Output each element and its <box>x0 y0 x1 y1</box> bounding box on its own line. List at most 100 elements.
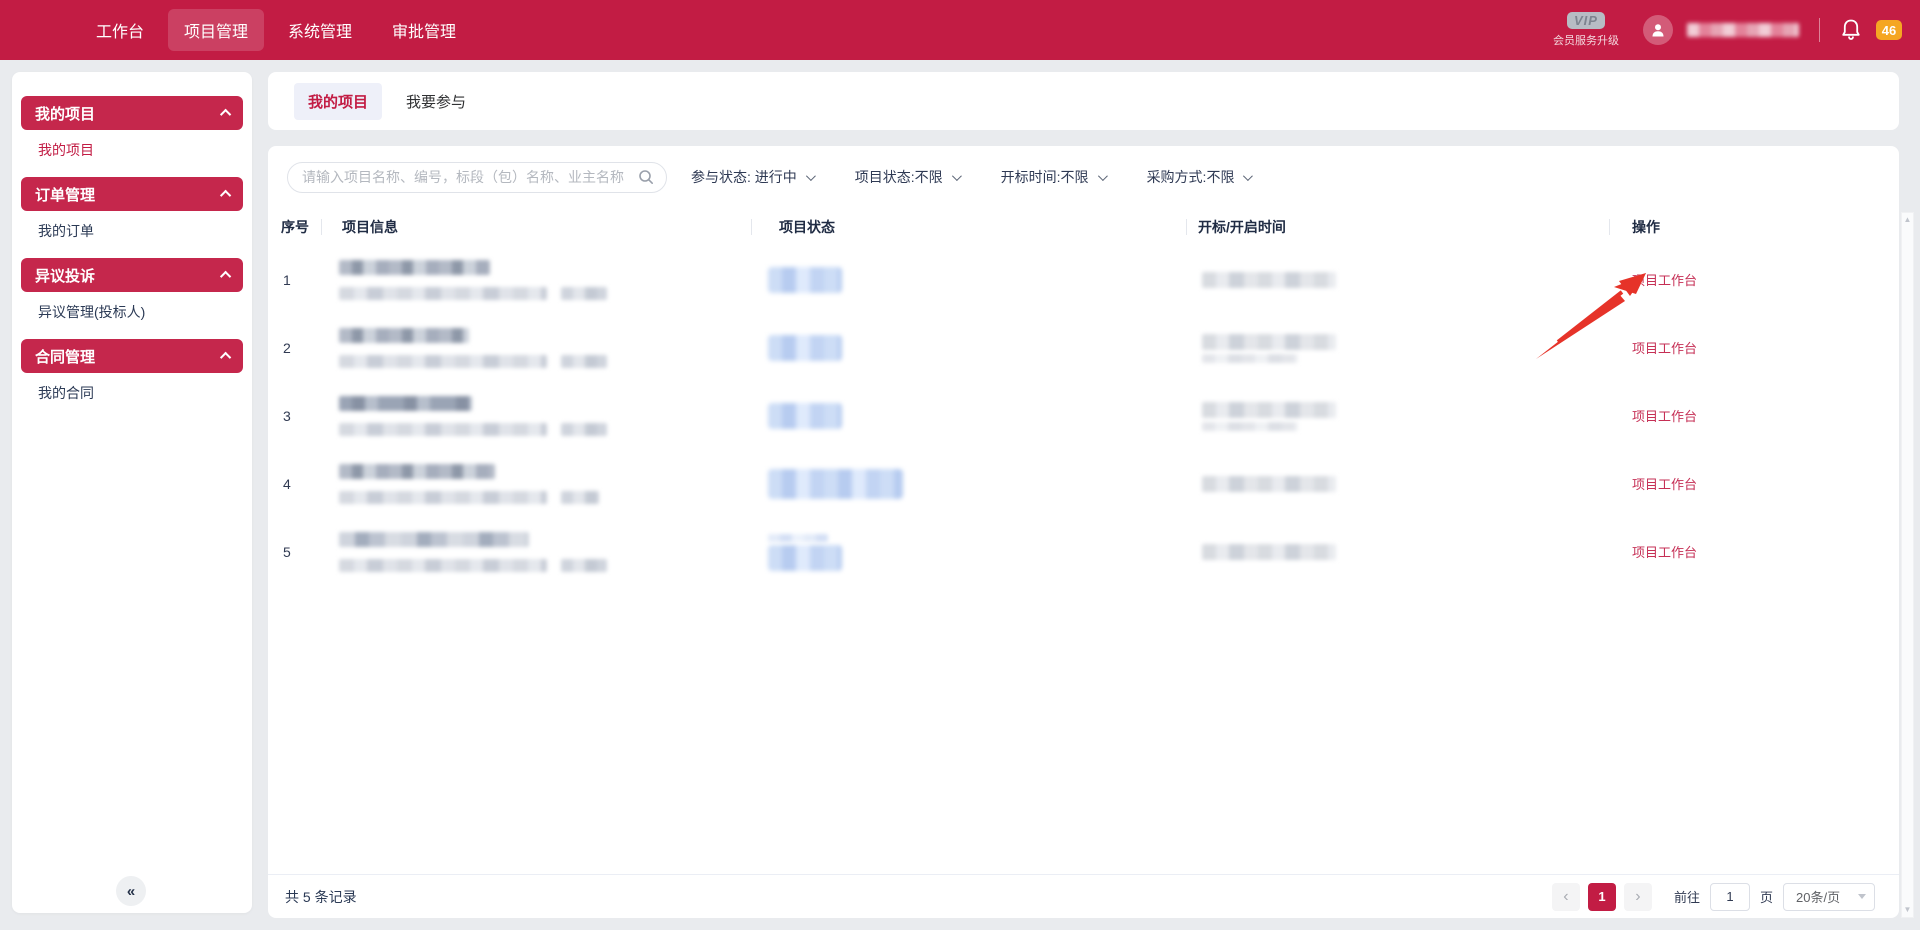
tabs-bar: 我的项目 我要参与 <box>268 72 1899 130</box>
redacted-text <box>339 532 529 547</box>
tab-want-to-participate[interactable]: 我要参与 <box>392 83 480 120</box>
sidebar-group-contract-management[interactable]: 合同管理 <box>21 339 243 373</box>
project-info-redacted <box>322 260 752 300</box>
sidebar-group-order-management[interactable]: 订单管理 <box>21 177 243 211</box>
status-badge <box>768 403 842 429</box>
sidebar-item-my-contracts[interactable]: 我的合同 <box>12 375 252 411</box>
notification-bell-icon[interactable] <box>1840 18 1862 42</box>
tab-my-projects[interactable]: 我的项目 <box>294 83 382 120</box>
vip-caption: 会员服务升级 <box>1553 32 1619 48</box>
nav-item-approval-management[interactable]: 审批管理 <box>376 9 472 51</box>
project-workbench-link[interactable]: 项目工作台 <box>1632 273 1697 288</box>
nav-item-workbench[interactable]: 工作台 <box>80 9 160 51</box>
chevron-up-icon <box>220 109 231 120</box>
sidebar-group-title: 订单管理 <box>35 184 95 205</box>
project-workbench-link[interactable]: 项目工作台 <box>1632 477 1697 492</box>
filter-label: 开标时间:不限 <box>1001 167 1089 187</box>
sidebar-collapse-button[interactable]: « <box>116 876 146 906</box>
project-info-redacted <box>322 532 752 572</box>
table-row: 4 项目工作台 <box>268 450 1899 518</box>
open-time-redacted <box>1187 402 1610 431</box>
column-header-project-info: 项目信息 <box>322 210 752 244</box>
sidebar-group-objection-complaint[interactable]: 异议投诉 <box>21 258 243 292</box>
redacted-text <box>339 396 472 411</box>
sidebar-item-my-projects[interactable]: 我的项目 <box>12 132 252 168</box>
project-status-redacted <box>752 403 1187 429</box>
procurement-method-filter[interactable]: 采购方式:不限 <box>1147 167 1251 187</box>
sidebar-item-objection-management[interactable]: 异议管理(投标人) <box>12 294 252 330</box>
content-panel: 参与状态: 进行中 项目状态:不限 开标时间:不限 采购方式:不限 序号 项目信… <box>268 146 1899 918</box>
row-seq: 1 <box>268 272 322 288</box>
main-menu: 工作台 项目管理 系统管理 审批管理 <box>80 9 472 51</box>
search-icon[interactable] <box>638 169 654 185</box>
redacted-text <box>561 491 599 504</box>
project-workbench-link[interactable]: 项目工作台 <box>1632 341 1697 356</box>
total-records-label: 共 5 条记录 <box>285 887 357 907</box>
user-icon <box>1650 22 1666 38</box>
redacted-text <box>339 464 495 479</box>
status-badge <box>768 545 842 571</box>
scroll-down-icon[interactable]: ▼ <box>1904 906 1912 914</box>
column-header-project-status: 项目状态 <box>752 210 1187 244</box>
avatar[interactable] <box>1643 15 1673 45</box>
project-workbench-link[interactable]: 项目工作台 <box>1632 409 1697 424</box>
prev-page-button[interactable]: ‹ <box>1552 883 1580 911</box>
filter-label: 采购方式:不限 <box>1147 167 1235 187</box>
redacted-text <box>1202 422 1298 431</box>
project-status-filter[interactable]: 项目状态:不限 <box>855 167 959 187</box>
redacted-text <box>339 287 547 300</box>
table-body: 1 项目工作台 2 项目工作台 3 <box>268 246 1899 586</box>
table-header: 序号 项目信息 项目状态 开标/开启时间 操作 <box>268 210 1899 244</box>
status-badge <box>768 335 842 361</box>
table-footer: 共 5 条记录 ‹ 1 › 前往 页 20条/页 <box>268 874 1899 918</box>
sidebar-item-my-orders[interactable]: 我的订单 <box>12 213 252 249</box>
redacted-text <box>339 260 490 275</box>
sidebar: 我的项目 我的项目 订单管理 我的订单 异议投诉 异议管理(投标人) 合同管理 … <box>12 72 252 913</box>
top-navbar: 工作台 项目管理 系统管理 审批管理 VIP 会员服务升级 46 <box>0 0 1920 60</box>
sidebar-group-title: 我的项目 <box>35 103 95 124</box>
nav-item-project-management[interactable]: 项目管理 <box>168 9 264 51</box>
filter-label: 项目状态:不限 <box>855 167 943 187</box>
redacted-text <box>1202 544 1336 560</box>
goto-label: 前往 <box>1674 887 1700 906</box>
table-row: 1 项目工作台 <box>268 246 1899 314</box>
sidebar-group-my-projects[interactable]: 我的项目 <box>21 96 243 130</box>
open-time-redacted <box>1187 544 1610 560</box>
chevron-down-icon <box>952 171 962 181</box>
table-row: 3 项目工作台 <box>268 382 1899 450</box>
redacted-text <box>561 423 607 436</box>
search-box <box>287 162 667 193</box>
scroll-up-icon[interactable]: ▲ <box>1904 216 1912 224</box>
username-redacted <box>1687 23 1799 37</box>
redacted-text <box>339 355 547 368</box>
chevron-down-icon <box>1858 894 1866 899</box>
next-page-button[interactable]: › <box>1624 883 1652 911</box>
nav-item-system-management[interactable]: 系统管理 <box>272 9 368 51</box>
open-time-redacted <box>1187 476 1610 492</box>
notification-count-badge[interactable]: 46 <box>1876 20 1902 40</box>
row-seq: 5 <box>268 544 322 560</box>
redacted-text <box>1202 272 1336 288</box>
page-1-button[interactable]: 1 <box>1588 883 1616 911</box>
redacted-text <box>1202 402 1336 418</box>
redacted-text <box>1202 334 1336 350</box>
chevron-down-icon <box>806 171 816 181</box>
redacted-text <box>339 423 547 436</box>
vertical-scrollbar[interactable]: ▲ ▼ <box>1901 212 1914 918</box>
vip-upgrade[interactable]: VIP 会员服务升级 <box>1553 12 1619 48</box>
chevron-up-icon <box>220 190 231 201</box>
project-status-redacted <box>752 335 1187 361</box>
redacted-text <box>339 491 547 504</box>
project-workbench-link[interactable]: 项目工作台 <box>1632 545 1697 560</box>
project-info-redacted <box>322 464 752 504</box>
participation-status-filter[interactable]: 参与状态: 进行中 <box>691 167 813 187</box>
status-badge <box>768 267 842 293</box>
divider <box>1819 18 1820 42</box>
search-input[interactable] <box>302 169 638 185</box>
redacted-text <box>1202 476 1336 492</box>
goto-page-input[interactable] <box>1710 883 1750 911</box>
page-size-select[interactable]: 20条/页 <box>1783 883 1875 911</box>
bid-open-time-filter[interactable]: 开标时间:不限 <box>1001 167 1105 187</box>
open-time-redacted <box>1187 334 1610 363</box>
row-seq: 2 <box>268 340 322 356</box>
